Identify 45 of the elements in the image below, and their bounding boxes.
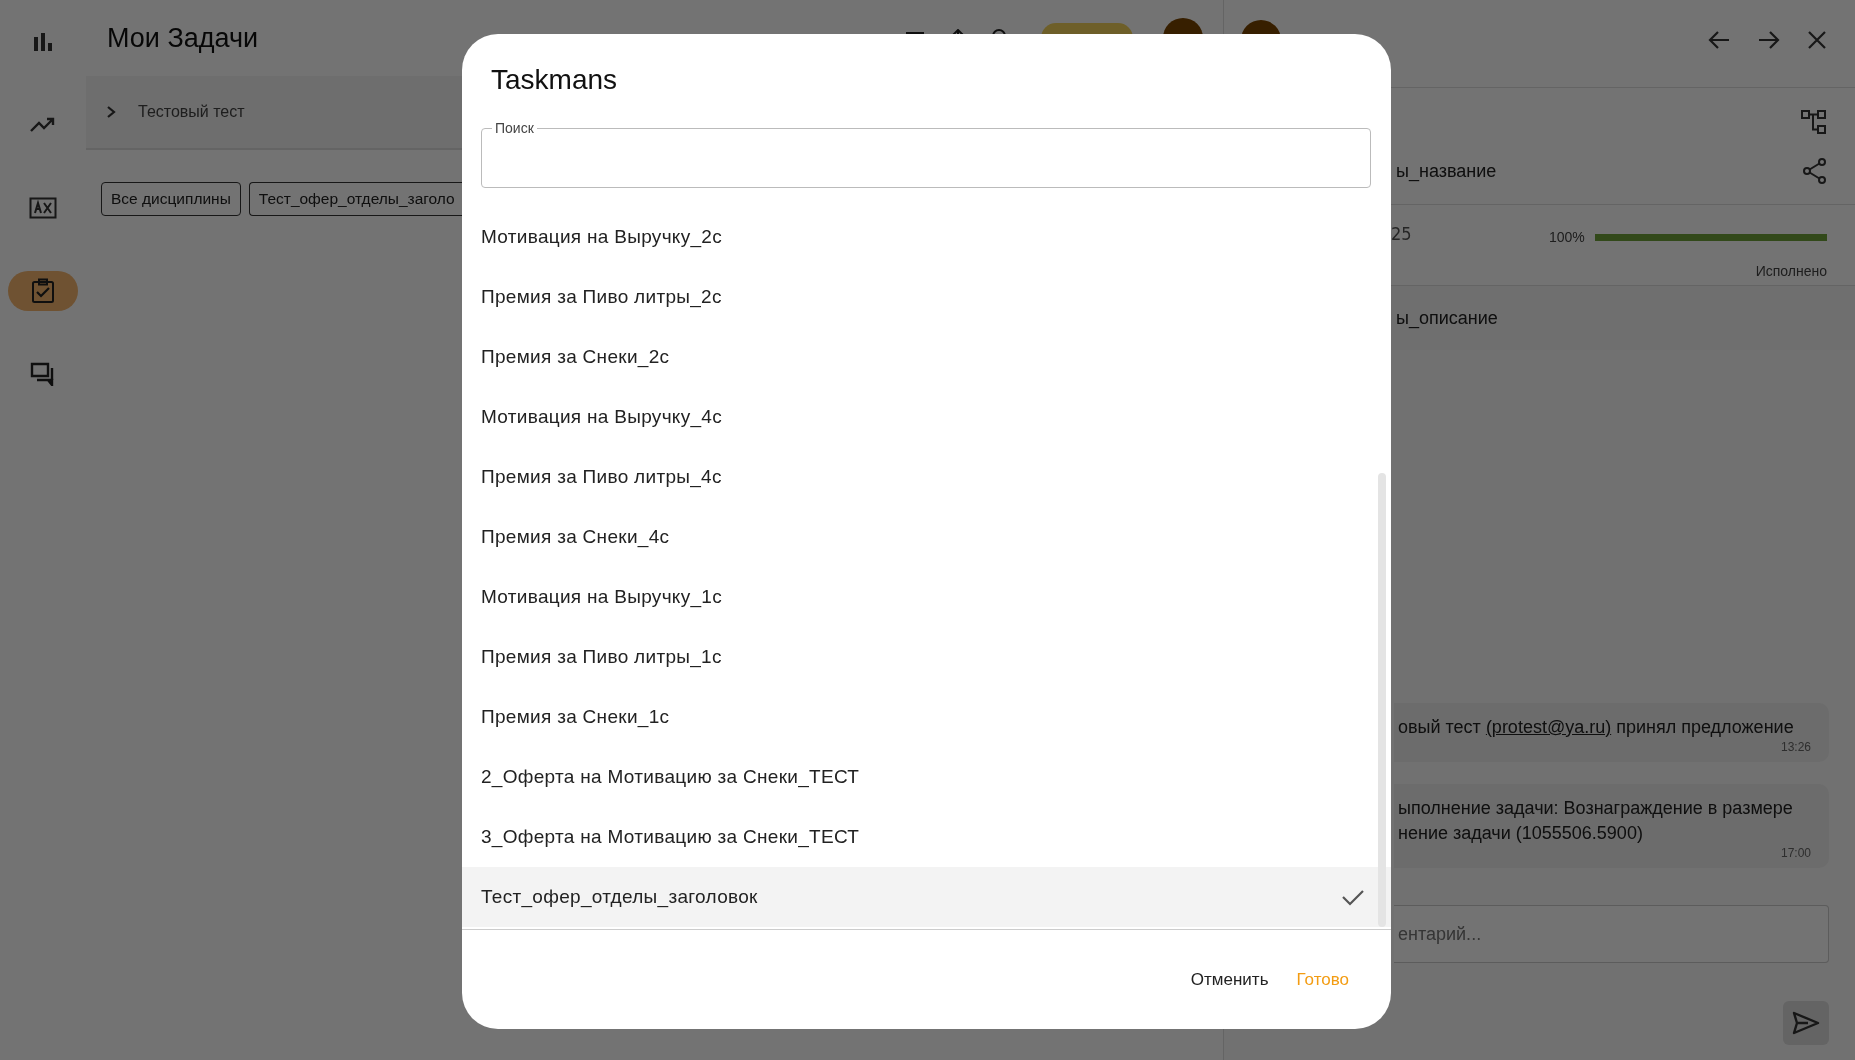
- list-item[interactable]: Премия за Снеки_1с: [462, 687, 1391, 747]
- group-title: Тестовый тест: [138, 103, 245, 121]
- close-button[interactable]: [1807, 30, 1827, 50]
- message-time: 13:26: [1779, 740, 1811, 754]
- cancel-button[interactable]: Отменить: [1186, 961, 1273, 998]
- status-label: Исполнено: [1755, 263, 1827, 279]
- check-icon: [1342, 888, 1364, 906]
- forward-button[interactable]: [1757, 30, 1781, 50]
- message-text: ыполнение задачи: Вознаграждение в размере нение задачи (1055506.5900): [1398, 797, 1794, 845]
- list-item[interactable]: Премия за Пиво литры_4с: [462, 447, 1391, 507]
- dialog-title: Taskmans: [491, 64, 618, 96]
- hierarchy-icon[interactable]: [1801, 110, 1827, 134]
- email-link[interactable]: (protest@ya.ru): [1485, 717, 1612, 737]
- ax-icon: [29, 197, 57, 219]
- list-item[interactable]: Премия за Пиво литры_2с: [462, 267, 1391, 327]
- bar-chart-icon: [32, 31, 54, 53]
- send-button[interactable]: [1783, 1000, 1829, 1045]
- filter-chip[interactable]: Тест_офер_отделы_заголо: [248, 182, 462, 216]
- trend-icon: [30, 117, 56, 133]
- list-item[interactable]: Мотивация на Выручку_1с: [462, 567, 1391, 627]
- message-time: 17:00: [1779, 846, 1811, 860]
- clipboard-check-icon: [31, 278, 55, 304]
- filter-chip[interactable]: Все дисциплины: [101, 182, 241, 216]
- page-title: Мои Задачи: [107, 22, 260, 54]
- task-name: ы_название: [1396, 161, 1497, 182]
- scrollbar[interactable]: [1378, 473, 1386, 927]
- send-icon: [1792, 1010, 1820, 1035]
- message-text: овый тест (protest@ya.ru) принял предложение: [1398, 716, 1795, 739]
- nav-item[interactable]: [8, 271, 78, 311]
- comment-field[interactable]: ентарий...: [1394, 905, 1829, 963]
- list-item[interactable]: Тест_офер_отделы_заголовок: [462, 867, 1391, 927]
- list-item[interactable]: 2_Оферта на Мотивацию за Снеки_ТЕСТ: [462, 747, 1391, 807]
- list-item[interactable]: Мотивация на Выручку_2с: [462, 207, 1391, 267]
- task-date: 25: [1391, 223, 1413, 246]
- task-description: ы_описание: [1396, 307, 1498, 329]
- list-item[interactable]: Премия за Пиво литры_1с: [462, 627, 1391, 687]
- share-icon[interactable]: [1803, 158, 1827, 184]
- list-item[interactable]: Премия за Снеки_2с: [462, 327, 1391, 387]
- progress-percent: 100%: [1549, 229, 1585, 245]
- list-item[interactable]: Мотивация на Выручку_4с: [462, 387, 1391, 447]
- list-item[interactable]: 3_Оферта на Мотивацию за Снеки_ТЕСТ: [462, 807, 1391, 867]
- list-item[interactable]: Премия за Снеки_4с: [462, 507, 1391, 567]
- chat-icon: [30, 362, 56, 386]
- back-button[interactable]: [1707, 30, 1731, 50]
- search-field[interactable]: Поиск: [481, 120, 1371, 188]
